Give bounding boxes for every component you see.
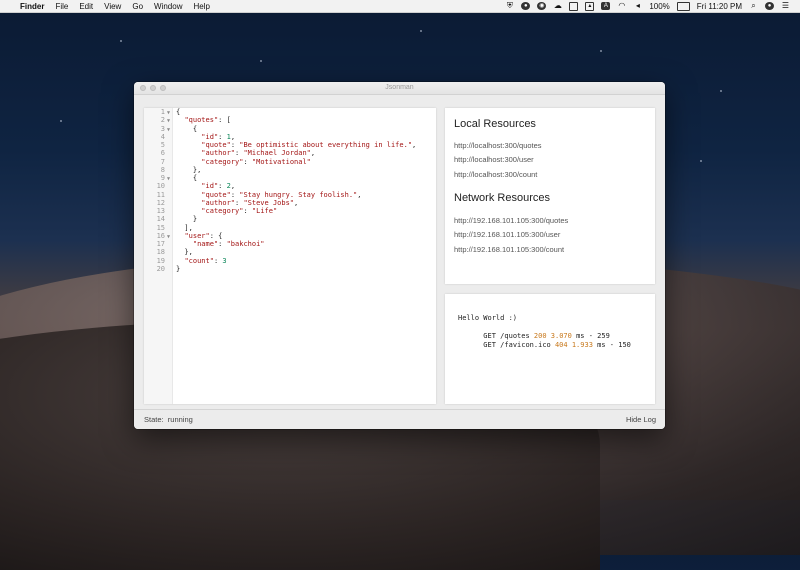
- line-number: 17: [156, 240, 165, 248]
- line-number: 15: [156, 223, 165, 232]
- volume-icon[interactable]: ◂: [633, 2, 642, 10]
- notification-center-icon[interactable]: ☰: [781, 2, 790, 10]
- local-link-user[interactable]: http://localhost:300/user: [454, 155, 534, 164]
- local-link-count[interactable]: http://localhost:300/count: [454, 170, 537, 179]
- line-number: 11: [156, 190, 165, 199]
- log-panel: Hello World :) GET /quotes 200 3.070 ms …: [445, 294, 655, 404]
- network-link-user[interactable]: http://192.168.101.105:300/user: [454, 230, 560, 239]
- state-value: running: [167, 415, 193, 424]
- line-number-gutter: 1 ▼ 2 ▼ 3 ▼ 4 5 6 7 8 9 ▼ 10 11 12 13 14 15 16 ▼ 17 18 19 20: [144, 108, 173, 404]
- server-state: State: running: [144, 415, 193, 424]
- log-status: 404: [554, 341, 568, 349]
- menu-help[interactable]: Help: [193, 2, 209, 11]
- line-number: 7: [160, 157, 165, 166]
- keyboard-input-icon[interactable]: A: [601, 2, 611, 10]
- user-avatar-icon[interactable]: ●: [765, 2, 774, 10]
- code-line: ],: [176, 223, 193, 232]
- code-area[interactable]: { "quotes": [ { "id": 1, "quote": "Be op…: [176, 108, 416, 273]
- line-number: 18: [156, 248, 165, 257]
- code-line: "count": 3: [184, 256, 227, 265]
- code-line: "quotes": [: [184, 116, 231, 125]
- log-greeting: Hello World :): [458, 314, 518, 322]
- wifi-icon[interactable]: ◠: [617, 2, 626, 10]
- hide-log-button[interactable]: Hide Log: [626, 415, 656, 424]
- airplay-icon[interactable]: ▴: [585, 1, 595, 11]
- code-line: "name": "bakchoi": [192, 240, 265, 248]
- cloud-icon[interactable]: ☁: [553, 2, 562, 10]
- code-line: },: [176, 165, 202, 174]
- status-icon[interactable]: ●: [521, 2, 531, 10]
- log-time: 1.933: [571, 341, 593, 349]
- code-line: },: [176, 248, 193, 257]
- network-link-quotes[interactable]: http://192.168.101.105:300/quotes: [454, 216, 568, 225]
- network-link-count[interactable]: http://192.168.101.105:300/count: [454, 245, 564, 254]
- log-size: 150: [618, 341, 631, 349]
- code-line: "id": 1,: [201, 132, 236, 141]
- line-number: 5: [160, 141, 165, 149]
- menu-window[interactable]: Window: [154, 2, 182, 11]
- code-line: }: [176, 215, 198, 224]
- code-line: "author": "Michael Jordan",: [201, 149, 316, 158]
- local-link-quotes[interactable]: http://localhost:300/quotes: [454, 141, 542, 150]
- battery-percent: 100%: [649, 1, 670, 11]
- code-line: "quote": "Stay hungry. Stay foolish.",: [201, 190, 362, 199]
- sync-icon[interactable]: ⛨: [505, 2, 514, 10]
- menu-bar: Finder File Edit View Go Window Help ⛨ ●…: [0, 0, 800, 13]
- line-number: 8: [160, 165, 165, 174]
- line-number: 4: [160, 132, 165, 141]
- menu-clock[interactable]: Fri 11:20 PM: [697, 2, 742, 11]
- code-line: "id": 2,: [201, 182, 236, 191]
- code-line: {: [176, 124, 198, 133]
- line-number: 13: [156, 207, 165, 215]
- status-bar: State: running Hide Log: [134, 409, 665, 429]
- code-line: "author": "Steve Jobs",: [201, 198, 299, 207]
- code-line: }: [176, 264, 181, 273]
- code-line: "user": {: [184, 231, 223, 240]
- code-line: "quote": "Be optimistic about everything…: [201, 141, 417, 149]
- json-editor[interactable]: 1 ▼ 2 ▼ 3 ▼ 4 5 6 7 8 9 ▼ 10 11 12 13 14 15 16 ▼ 17 18 19 20 { "…: [144, 108, 436, 404]
- log-path: /favicon.ico: [500, 341, 551, 349]
- menu-view[interactable]: View: [104, 2, 121, 11]
- log-method: GET: [483, 341, 496, 349]
- menu-file[interactable]: File: [55, 2, 68, 11]
- line-number: 20: [156, 264, 165, 273]
- network-resources-heading: Network Resources: [454, 192, 550, 204]
- log-unit: ms: [597, 341, 606, 349]
- display-icon[interactable]: [569, 1, 579, 11]
- menu-go[interactable]: Go: [132, 2, 143, 11]
- app-window: Jsonman 1 ▼ 2 ▼ 3 ▼ 4 5 6 7 8 9 ▼ 10 11 12 13 14 15 16 ▼ 17 18…: [134, 82, 665, 429]
- line-number: 12: [156, 198, 165, 207]
- window-title: Jsonman: [385, 84, 414, 91]
- line-number: 10: [156, 182, 165, 191]
- code-line: "category": "Life": [201, 207, 278, 215]
- local-resources-heading: Local Resources: [454, 118, 536, 130]
- title-bar[interactable]: Jsonman: [134, 82, 665, 95]
- menu-app-name[interactable]: Finder: [20, 2, 44, 11]
- code-line: {: [176, 108, 181, 116]
- spotlight-icon[interactable]: ⌕: [749, 2, 758, 10]
- log-entry: GET /favicon.ico 404 1.933 ms - 150: [483, 341, 631, 349]
- line-number: 14: [156, 215, 165, 224]
- code-line: {: [176, 174, 198, 182]
- line-number: 6: [160, 149, 165, 158]
- agent-icon[interactable]: ◉: [537, 2, 547, 10]
- menu-edit[interactable]: Edit: [79, 2, 93, 11]
- line-number: 19: [156, 256, 165, 265]
- state-label: State:: [144, 415, 164, 424]
- battery-icon[interactable]: [676, 1, 690, 11]
- resources-panel: Local Resources http://localhost:300/quo…: [445, 108, 655, 284]
- code-line: "category": "Motivational": [201, 157, 311, 166]
